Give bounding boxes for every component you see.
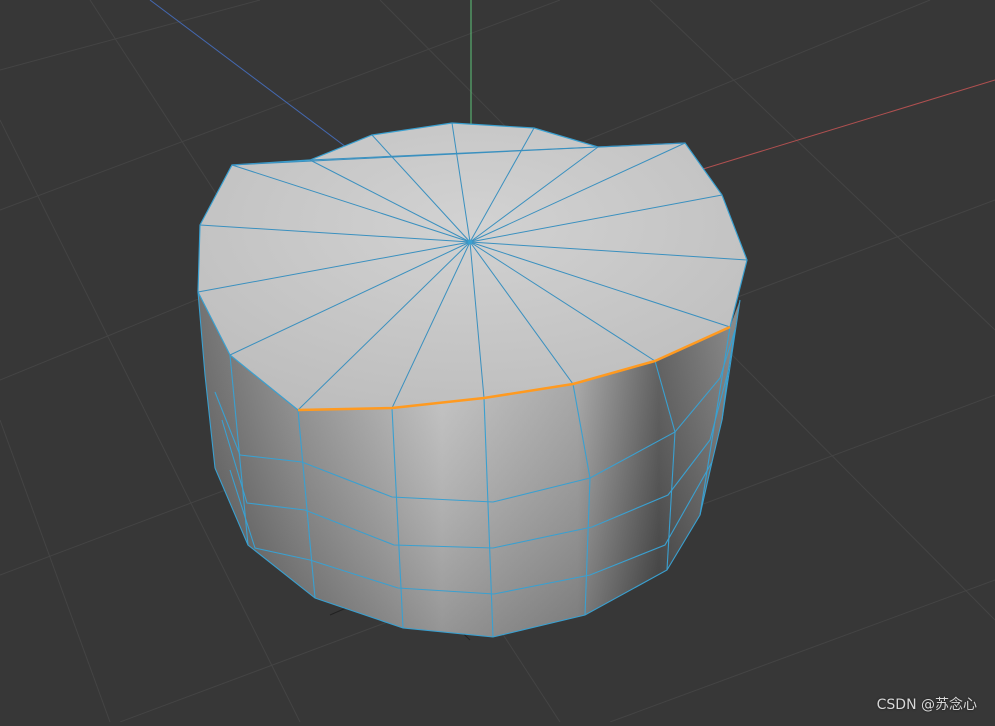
watermark: CSDN @苏念心 <box>876 697 977 713</box>
3d-viewport[interactable]: CSDN @苏念心 <box>0 0 995 723</box>
top-cap-center-vertex[interactable] <box>467 239 473 245</box>
viewport-canvas[interactable] <box>0 0 995 723</box>
